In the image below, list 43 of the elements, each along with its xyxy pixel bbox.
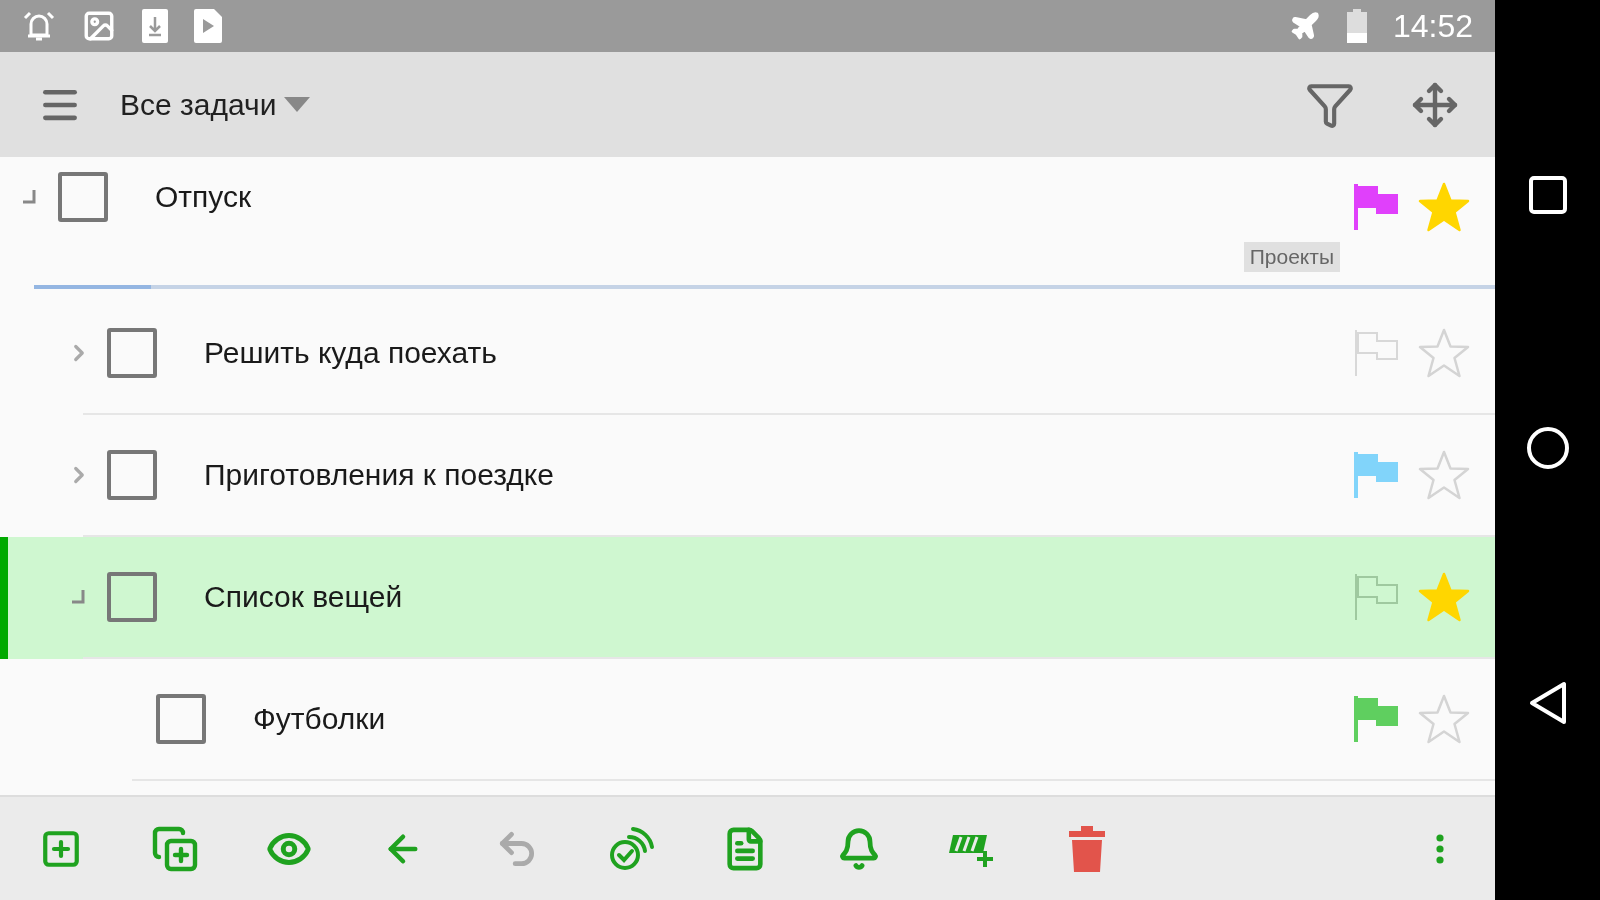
task-title: Футболки [253, 701, 387, 737]
task-checkbox[interactable] [107, 572, 157, 622]
play-file-icon [194, 9, 222, 43]
check-rings-icon [607, 824, 655, 873]
task-title: Список вещей [204, 579, 404, 615]
task-row[interactable]: Решить куда поехать [0, 293, 1495, 415]
task-title: Отпуск [155, 179, 253, 215]
star-icon[interactable] [1418, 450, 1470, 500]
image-icon [82, 9, 116, 43]
alarm-bell-icon [22, 9, 56, 43]
flag-icon[interactable] [1354, 574, 1400, 620]
bell-icon [837, 826, 881, 871]
status-time: 14:52 [1392, 7, 1473, 45]
task-row[interactable]: Футболки [0, 659, 1495, 781]
star-icon[interactable] [1418, 328, 1470, 378]
more-vertical-icon [1436, 833, 1444, 864]
circle-icon [1525, 426, 1570, 470]
task-checkbox[interactable] [156, 694, 206, 744]
task-title: Приготовления к поездке [204, 457, 555, 493]
list-selector[interactable]: Все задачи [120, 87, 311, 122]
battery-icon [1346, 9, 1367, 43]
download-file-icon [142, 9, 168, 43]
task-checkbox[interactable] [107, 328, 157, 378]
task-row[interactable]: Отпуск Проекты [0, 157, 1495, 293]
move-button[interactable] [1411, 80, 1459, 129]
star-icon[interactable] [1418, 694, 1470, 744]
flag-icon[interactable] [1354, 184, 1400, 230]
dropdown-caret-icon [284, 96, 311, 113]
task-checkbox[interactable] [107, 450, 157, 500]
task-checkbox[interactable] [58, 172, 108, 222]
task-title: Решить куда поехать [204, 335, 498, 371]
collapse-icon [71, 589, 87, 605]
flag-icon[interactable] [1354, 696, 1400, 742]
star-icon[interactable] [1418, 182, 1470, 232]
task-tag: Проекты [1243, 242, 1340, 272]
collapse-icon [22, 189, 38, 205]
square-icon [1527, 175, 1568, 216]
star-icon[interactable] [1418, 572, 1470, 622]
copy-add-icon [151, 824, 199, 873]
triangle-left-icon [1527, 680, 1568, 725]
task-row[interactable]: Список вещей [0, 537, 1495, 659]
flag-icon[interactable] [1354, 452, 1400, 498]
trash-icon [1069, 825, 1105, 872]
